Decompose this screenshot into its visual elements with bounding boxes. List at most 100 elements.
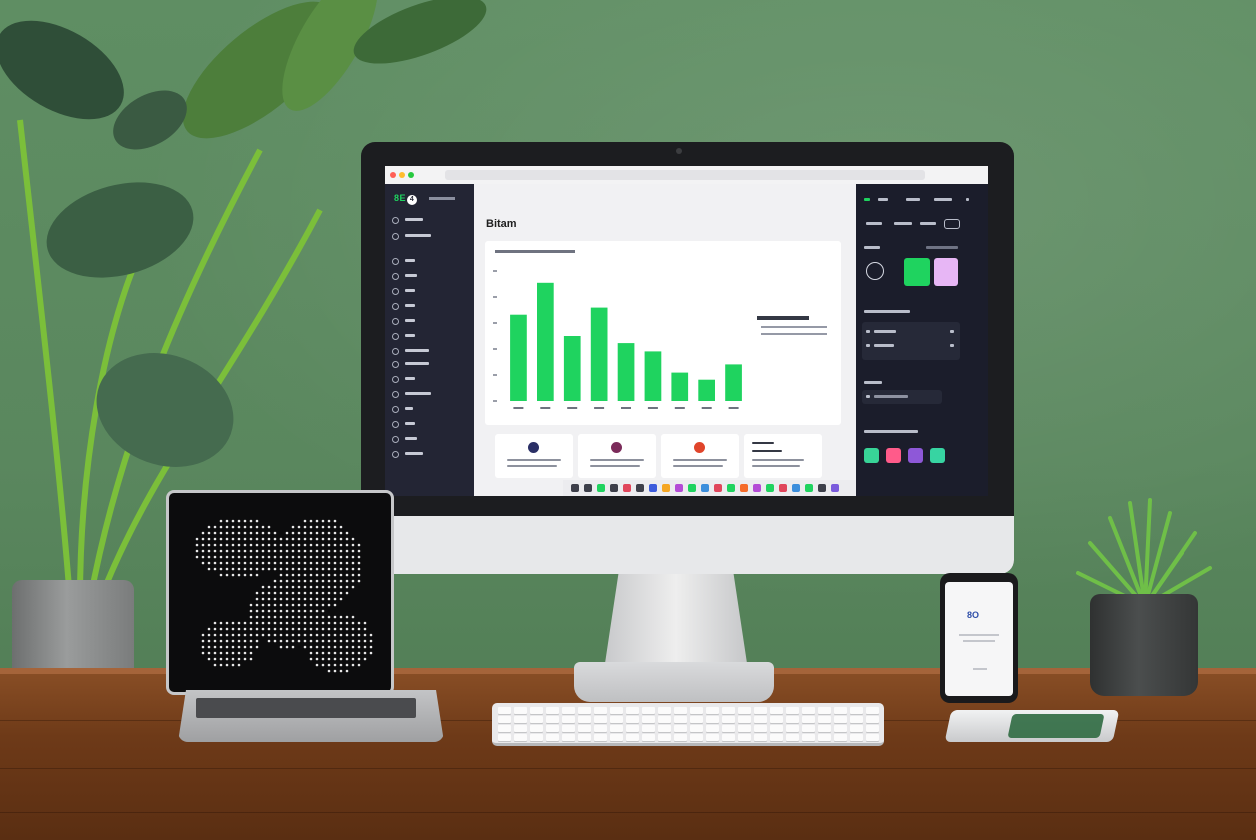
key[interactable] (546, 707, 559, 714)
key[interactable] (530, 734, 543, 741)
dock-app-icon[interactable] (831, 484, 839, 492)
key[interactable] (802, 725, 815, 732)
key[interactable] (610, 707, 623, 714)
key[interactable] (562, 716, 575, 723)
key[interactable] (658, 707, 671, 714)
dock-app-icon[interactable] (623, 484, 631, 492)
dock-app-icon[interactable] (792, 484, 800, 492)
key[interactable] (722, 725, 735, 732)
key[interactable] (658, 734, 671, 741)
key[interactable] (866, 716, 879, 723)
key[interactable] (850, 707, 863, 714)
dock-app-icon[interactable] (610, 484, 618, 492)
sidebar-item[interactable] (392, 302, 470, 310)
key[interactable] (722, 734, 735, 741)
dock-app-icon[interactable] (584, 484, 592, 492)
key[interactable] (770, 716, 783, 723)
key[interactable] (770, 734, 783, 741)
minimize-window-icon[interactable] (399, 172, 405, 178)
key[interactable] (706, 716, 719, 723)
key[interactable] (706, 707, 719, 714)
key[interactable] (514, 707, 527, 714)
key[interactable] (594, 725, 607, 732)
stat-card[interactable] (661, 434, 739, 478)
dock-app-icon[interactable] (636, 484, 644, 492)
key[interactable] (610, 725, 623, 732)
key[interactable] (658, 725, 671, 732)
key[interactable] (690, 725, 703, 732)
key[interactable] (674, 716, 687, 723)
search-field[interactable] (862, 390, 942, 404)
key[interactable] (610, 716, 623, 723)
key[interactable] (626, 734, 639, 741)
key[interactable] (834, 725, 847, 732)
key[interactable] (578, 725, 591, 732)
dock-app-icon[interactable] (805, 484, 813, 492)
sidebar-item[interactable] (392, 257, 470, 265)
sidebar-item[interactable] (392, 232, 470, 240)
key[interactable] (706, 725, 719, 732)
bar[interactable] (510, 314, 527, 401)
bar[interactable] (617, 343, 635, 401)
key[interactable] (802, 716, 815, 723)
key[interactable] (498, 725, 511, 732)
key[interactable] (770, 725, 783, 732)
bar[interactable] (644, 351, 662, 401)
app-tile[interactable] (886, 448, 901, 463)
key[interactable] (642, 716, 655, 723)
key[interactable] (626, 707, 639, 714)
dock-app-icon[interactable] (753, 484, 761, 492)
user-avatar[interactable] (866, 262, 884, 280)
key[interactable] (674, 734, 687, 741)
sidebar-item[interactable] (392, 287, 470, 295)
sidebar-item[interactable] (392, 420, 470, 428)
dock-app-icon[interactable] (766, 484, 774, 492)
key[interactable] (754, 725, 767, 732)
dock-app-icon[interactable] (675, 484, 683, 492)
key[interactable] (642, 707, 655, 714)
sidebar-item[interactable] (392, 317, 470, 325)
key[interactable] (706, 734, 719, 741)
color-swatch[interactable] (934, 258, 958, 286)
key[interactable] (738, 734, 751, 741)
key[interactable] (610, 734, 623, 741)
key[interactable] (738, 716, 751, 723)
key[interactable] (642, 725, 655, 732)
app-tile[interactable] (908, 448, 923, 463)
key[interactable] (690, 707, 703, 714)
app-tile[interactable] (930, 448, 945, 463)
dock-app-icon[interactable] (649, 484, 657, 492)
app-logo[interactable]: 8E 4 (394, 193, 418, 205)
key[interactable] (498, 707, 511, 714)
dock-app-icon[interactable] (740, 484, 748, 492)
key[interactable] (770, 707, 783, 714)
key[interactable] (530, 707, 543, 714)
key[interactable] (498, 716, 511, 723)
key[interactable] (754, 707, 767, 714)
dock-app-icon[interactable] (818, 484, 826, 492)
dock-app-icon[interactable] (779, 484, 787, 492)
stat-card[interactable] (744, 434, 822, 478)
key[interactable] (850, 716, 863, 723)
key[interactable] (546, 725, 559, 732)
key[interactable] (514, 716, 527, 723)
key[interactable] (626, 725, 639, 732)
chevron-right-icon[interactable] (950, 330, 954, 333)
key[interactable] (578, 716, 591, 723)
key[interactable] (786, 716, 799, 723)
sidebar-item[interactable] (392, 390, 470, 398)
key[interactable] (530, 725, 543, 732)
key[interactable] (786, 725, 799, 732)
key[interactable] (578, 734, 591, 741)
dock-app-icon[interactable] (701, 484, 709, 492)
key[interactable] (594, 707, 607, 714)
key[interactable] (834, 734, 847, 741)
key[interactable] (786, 734, 799, 741)
key[interactable] (818, 725, 831, 732)
key[interactable] (578, 707, 591, 714)
maximize-window-icon[interactable] (408, 172, 414, 178)
sidebar-item[interactable] (392, 272, 470, 280)
stat-card[interactable] (578, 434, 656, 478)
sidebar-item[interactable] (392, 216, 470, 224)
key[interactable] (626, 716, 639, 723)
